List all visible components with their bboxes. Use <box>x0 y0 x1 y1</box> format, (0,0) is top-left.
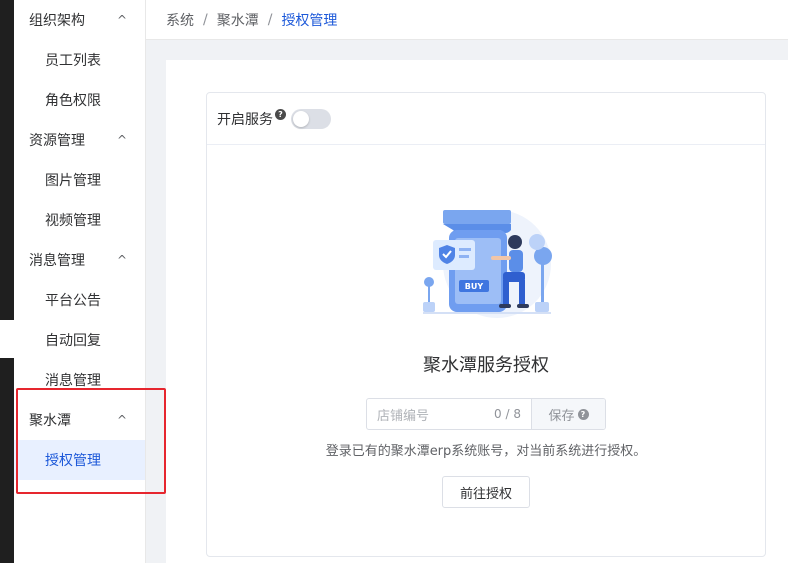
sidebar-item-label: 授权管理 <box>45 453 101 469</box>
auth-title: 聚水潭服务授权 <box>423 355 549 376</box>
sidebar-item-label: 平台公告 <box>45 293 101 309</box>
auth-hint: 登录已有的聚水潭erp系统账号，对当前系统进行授权。 <box>325 444 647 459</box>
sidebar-item-images[interactable]: 图片管理 <box>14 160 145 200</box>
sidebar-group-org[interactable]: 组织架构 ^ <box>14 0 145 40</box>
authorization-card: 开启服务 ? BUY 聚水潭服务授权 店铺编号 0 / 8 保存 ? 登录已有的… <box>206 92 766 557</box>
chevron-up-icon: ^ <box>116 13 127 27</box>
chevron-up-icon: ^ <box>116 413 127 427</box>
save-button-label: 保存 <box>548 408 575 424</box>
sidebar-group-jushuitan[interactable]: 聚水潭 ^ <box>14 400 145 440</box>
store-number-input[interactable]: 店铺编号 0 / 8 <box>367 399 531 429</box>
sidebar: 组织架构 ^ 员工列表 角色权限 资源管理 ^ 图片管理 视频管理 消息管理 ^… <box>14 0 146 563</box>
goto-authorize-button[interactable]: 前往授权 <box>442 476 530 508</box>
sidebar-item-label: 角色权限 <box>45 93 101 109</box>
breadcrumb-item-system[interactable]: 系统 <box>166 10 194 30</box>
goto-authorize-label: 前往授权 <box>459 486 512 502</box>
sidebar-item-label: 视频管理 <box>45 213 101 229</box>
chevron-up-icon: ^ <box>116 133 127 147</box>
sidebar-group-label: 消息管理 <box>29 253 85 269</box>
sidebar-item-videos[interactable]: 视频管理 <box>14 200 145 240</box>
sidebar-item-label: 图片管理 <box>45 173 101 189</box>
chevron-up-icon: ^ <box>116 253 127 267</box>
sidebar-item-label: 消息管理 <box>45 373 101 389</box>
sidebar-item-message-management[interactable]: 消息管理 <box>14 360 145 400</box>
char-counter: 0 / 8 <box>494 407 521 421</box>
help-icon[interactable]: ? <box>275 109 286 120</box>
sidebar-group-label: 聚水潭 <box>29 413 71 429</box>
rail-gap <box>0 320 14 358</box>
card-header: 开启服务 ? <box>207 93 765 145</box>
sidebar-item-auto-reply[interactable]: 自动回复 <box>14 320 145 360</box>
store-number-placeholder: 店铺编号 <box>377 408 430 424</box>
breadcrumb-separator: / <box>267 11 273 28</box>
breadcrumb-item-jushuitan[interactable]: 聚水潭 <box>217 10 259 30</box>
sidebar-group-messages[interactable]: 消息管理 ^ <box>14 240 145 280</box>
toggle-knob <box>293 110 309 127</box>
app-rail <box>0 0 14 563</box>
sidebar-group-label: 组织架构 <box>29 13 85 29</box>
sidebar-item-label: 自动回复 <box>45 333 101 349</box>
breadcrumb-separator: / <box>203 11 208 28</box>
sidebar-item-authorization[interactable]: 授权管理 <box>14 440 145 480</box>
sidebar-item-announcements[interactable]: 平台公告 <box>14 280 145 320</box>
sidebar-item-label: 员工列表 <box>45 53 101 69</box>
sidebar-group-resources[interactable]: 资源管理 ^ <box>14 120 145 160</box>
authorization-illustration: BUY <box>423 210 552 318</box>
sidebar-item-role-permissions[interactable]: 角色权限 <box>14 80 145 120</box>
sidebar-item-staff-list[interactable]: 员工列表 <box>14 40 145 80</box>
service-toggle[interactable] <box>291 108 331 129</box>
breadcrumb: 系统 / 聚水潭 / 授权管理 <box>146 0 788 40</box>
save-button[interactable]: 保存 ? <box>531 399 605 429</box>
buy-tag-label: BUY <box>465 282 484 291</box>
breadcrumb-item-current: 授权管理 <box>281 12 338 29</box>
store-number-group: 店铺编号 0 / 8 保存 ? <box>366 398 606 430</box>
content-panel: 开启服务 ? BUY 聚水潭服务授权 店铺编号 0 / 8 保存 ? 登录已有的… <box>166 60 788 563</box>
help-icon[interactable]: ? <box>577 408 589 420</box>
service-label: 开启服务 <box>217 111 273 128</box>
sidebar-group-label: 资源管理 <box>29 133 85 149</box>
